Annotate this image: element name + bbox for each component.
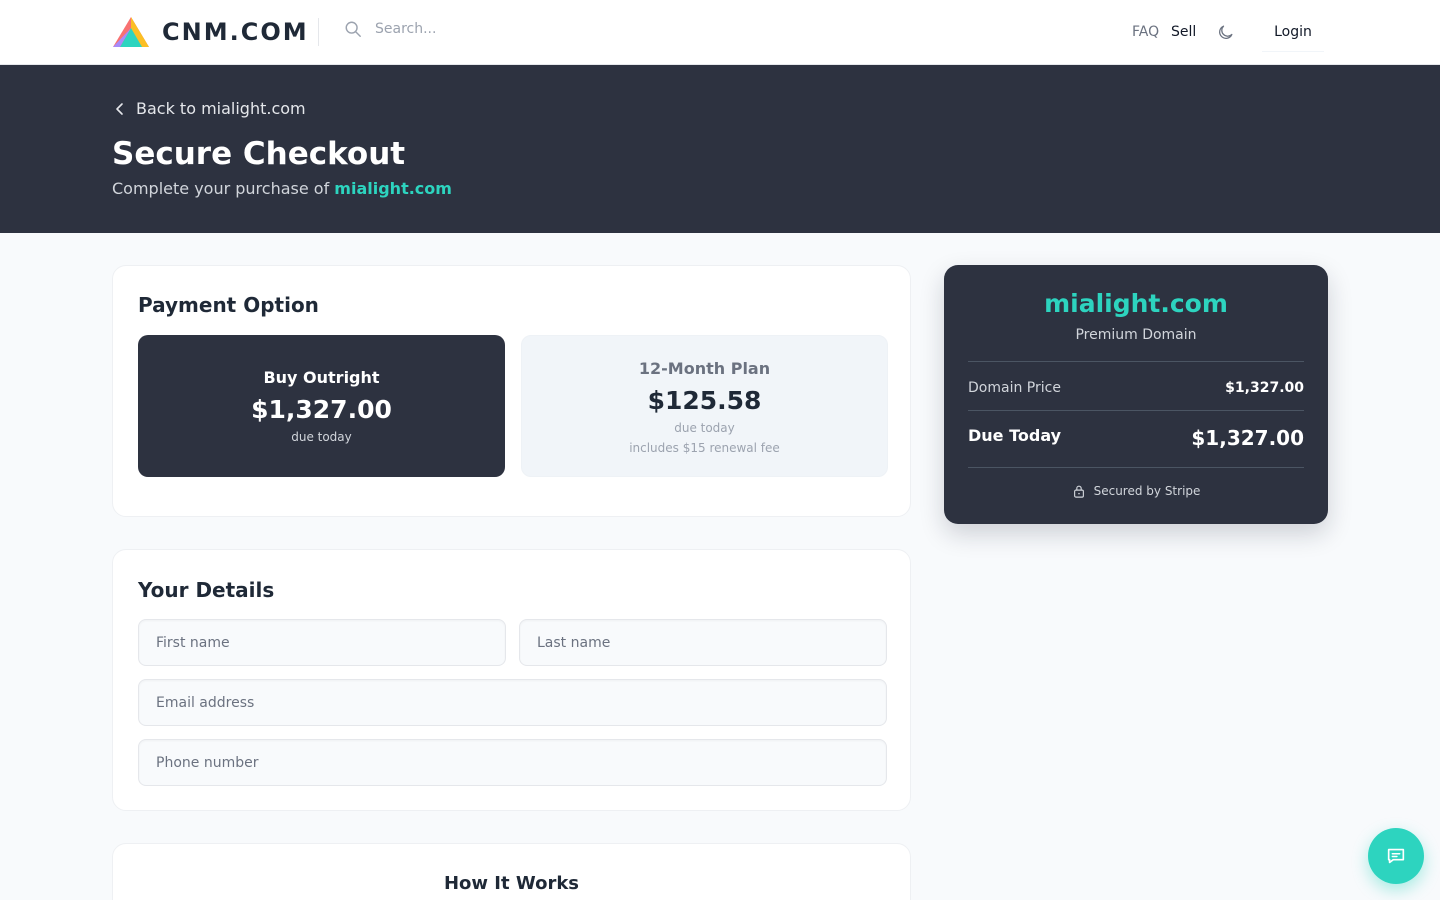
payment-option-title: Payment Option — [138, 293, 319, 317]
summary-divider — [968, 467, 1304, 468]
due-label: Due Today — [968, 426, 1062, 445]
search-icon — [345, 21, 361, 37]
brand-name: CNM.COM — [162, 18, 309, 46]
payment-option-card: Payment Option Buy Outright $1,327.00 du… — [112, 265, 911, 517]
option-name: 12-Month Plan — [638, 359, 771, 378]
nav-faq-link[interactable]: FAQ — [1132, 24, 1159, 40]
option-12-month-plan[interactable]: 12-Month Plan $125.58 due today includes… — [521, 335, 888, 477]
how-it-works-title: How It Works — [443, 873, 580, 894]
summary-tag: Premium Domain — [1075, 327, 1197, 343]
summary-price-row: Domain Price $1,327.00 — [968, 380, 1304, 396]
how-it-works-card: How It Works — [112, 843, 911, 900]
page-subtitle: Complete your purchase of mialight.com — [112, 179, 452, 198]
order-summary: mialight.com Premium Domain Domain Price… — [944, 265, 1328, 524]
lock-icon — [1073, 485, 1084, 498]
subtitle-prefix: Complete your purchase of — [112, 179, 335, 198]
nav-sell-link[interactable]: Sell — [1171, 24, 1196, 40]
secured-by-stripe: Secured by Stripe — [944, 484, 1328, 498]
due-value: $1,327.00 — [1191, 426, 1304, 450]
hero: Back to mialight.com Secure Checkout Com… — [0, 65, 1440, 233]
back-link-label: Back to mialight.com — [136, 99, 306, 118]
page-title: Secure Checkout — [112, 136, 406, 172]
top-nav: CNM.COM FAQ Sell Login — [0, 0, 1440, 65]
option-renewal-note: includes $15 renewal fee — [629, 441, 780, 455]
first-name-field[interactable] — [138, 619, 506, 666]
option-price: $1,327.00 — [251, 395, 392, 424]
brand[interactable]: CNM.COM — [112, 16, 309, 48]
chat-icon — [1387, 848, 1405, 864]
price-value: $1,327.00 — [1225, 380, 1304, 396]
email-field[interactable] — [138, 679, 887, 726]
phone-field[interactable] — [138, 739, 887, 786]
chat-button[interactable] — [1368, 828, 1424, 884]
option-price: $125.58 — [647, 386, 762, 415]
summary-divider — [968, 361, 1304, 362]
search-bar — [344, 20, 635, 38]
last-name-field[interactable] — [519, 619, 887, 666]
your-details-title: Your Details — [138, 578, 275, 602]
login-button[interactable]: Login — [1262, 12, 1324, 52]
chevron-left-icon — [116, 102, 123, 115]
option-note: due today — [674, 421, 735, 435]
option-note: due today — [291, 430, 352, 444]
search-input[interactable] — [375, 21, 635, 37]
option-name: Buy Outright — [263, 368, 380, 387]
secured-label: Secured by Stripe — [1093, 484, 1201, 498]
your-details-card: Your Details — [112, 549, 911, 811]
summary-due-row: Due Today $1,327.00 — [968, 426, 1304, 450]
summary-domain: mialight.com — [1044, 289, 1228, 318]
subtitle-domain: mialight.com — [334, 179, 452, 198]
price-label: Domain Price — [968, 380, 1061, 396]
back-link[interactable]: Back to mialight.com — [112, 99, 306, 118]
nav-divider — [318, 18, 319, 46]
logo-icon — [113, 17, 149, 47]
option-buy-outright[interactable]: Buy Outright $1,327.00 due today — [138, 335, 505, 477]
summary-divider — [968, 410, 1304, 411]
moon-icon[interactable] — [1216, 23, 1235, 42]
